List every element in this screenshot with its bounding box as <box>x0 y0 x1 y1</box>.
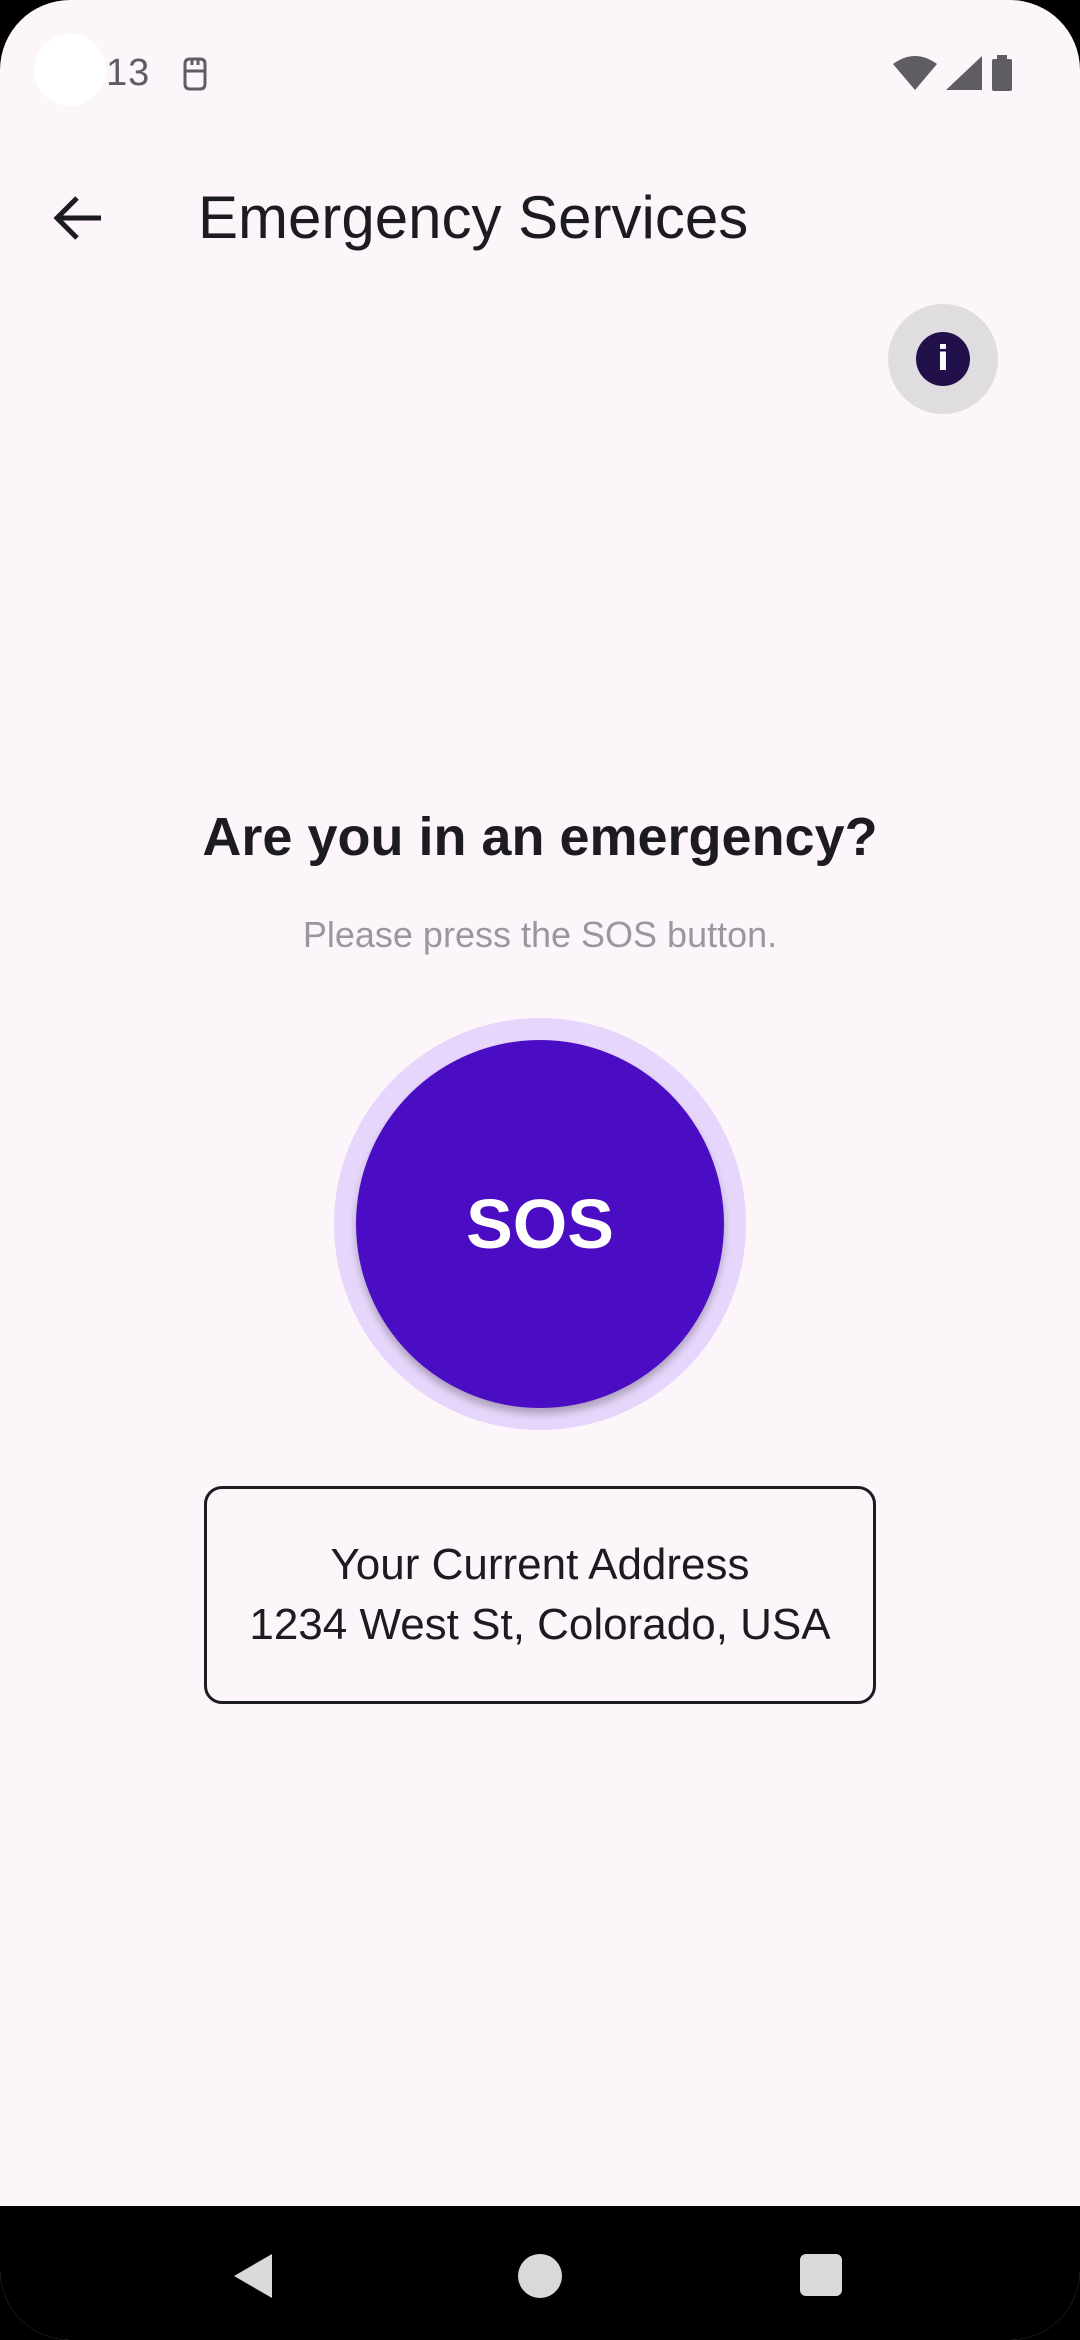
battery-icon <box>990 54 1014 96</box>
back-arrow-icon <box>53 195 103 246</box>
wifi-icon <box>892 55 938 95</box>
emergency-question: Are you in an emergency? <box>202 807 878 867</box>
camera-cutout <box>34 34 106 106</box>
navigation-bar <box>0 2206 1080 2340</box>
sos-button[interactable]: SOS <box>356 1040 724 1408</box>
instruction-text: Please press the SOS button. <box>302 914 778 955</box>
notification-icon <box>180 56 210 92</box>
nav-back-icon[interactable] <box>234 2254 272 2298</box>
info-button[interactable]: i <box>888 304 998 414</box>
back-button[interactable] <box>30 160 126 280</box>
info-icon: i <box>916 332 970 386</box>
page-title: Emergency Services <box>198 184 749 251</box>
address-value: 1234 West St, Colorado, USA <box>249 1600 831 1649</box>
address-label: Your Current Address <box>330 1540 750 1589</box>
nav-recents-icon[interactable] <box>800 2254 842 2296</box>
signal-icon <box>946 55 982 95</box>
status-time: 13 <box>106 52 151 94</box>
nav-home-icon[interactable] <box>518 2254 562 2298</box>
status-icons <box>892 54 1014 96</box>
status-bar: 13 <box>0 0 1080 150</box>
current-address-card: Your Current Address 1234 West St, Color… <box>204 1486 876 1704</box>
screen: 13 Emergency Services i Are you in an em… <box>0 0 1080 2340</box>
